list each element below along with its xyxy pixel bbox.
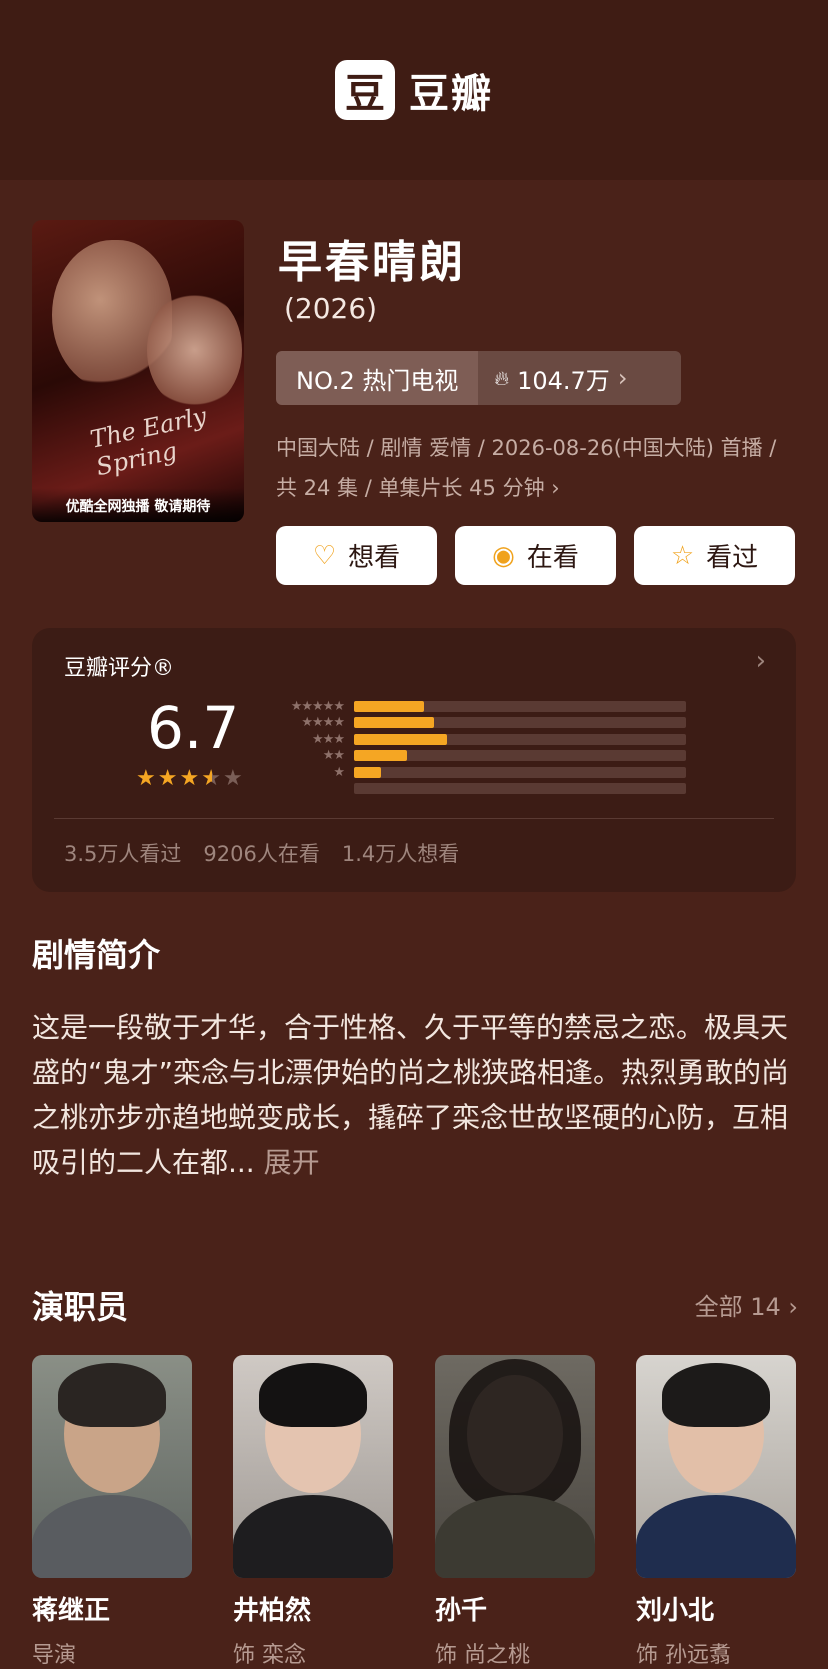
cast-name: 井柏然 [233,1596,312,1626]
cast-role: 饰 孙远翥 [636,1643,731,1668]
star-icon: ★ [157,766,180,791]
rating-row [272,781,686,798]
cast-card[interactable]: 孙千 饰 尚之桃 [435,1355,595,1669]
rating-row-stars: ★★ [322,748,345,764]
poster-caption: 优酷全网独播 敬请期待 [32,488,244,522]
watching-label: 在看 [526,543,579,573]
poster-title-script: The Early Spring [87,401,209,482]
expand-link[interactable]: 展开 [264,1146,320,1179]
watching-count: 9206人在看 [203,842,320,866]
top-bar: 豆 豆瓣 [0,0,828,180]
rating-row-stars: ★ [333,764,345,780]
rating-bar-fill [354,700,424,712]
cast-card[interactable]: 蒋继正 导演 [32,1355,192,1669]
avatar [435,1355,595,1578]
rating-distribution: ★★★★★ ★★★★ ★★★ ★★ ★ [272,698,686,797]
cast-role: 饰 尚之桃 [435,1643,530,1668]
rating-row: ★★★★★ [272,698,686,715]
action-buttons: ♡ 想看 ◉ 在看 ☆ 看过 [276,526,795,585]
chevron-right-icon: › [755,646,766,676]
rating-bar-fill [354,750,408,762]
cast-title: 演职员 [32,1288,129,1326]
rating-title: 豆瓣评分® [64,656,175,681]
want-to-watch-button[interactable]: ♡ 想看 [276,526,437,585]
target-icon: ◉ [492,540,515,571]
heart-plus-icon: ♡ [312,540,337,571]
rating-row: ★★ [272,748,686,765]
page-title: 早春晴朗 [278,237,466,288]
cast-role: 导演 [32,1643,77,1668]
cast-card[interactable]: 井柏然 饰 栾念 [233,1355,393,1669]
heat-value: 104.7万 [517,366,610,395]
cast-name: 蒋继正 [32,1596,111,1626]
rating-row-stars: ★★★★ [301,715,345,731]
rating-row: ★★★★ [272,715,686,732]
star-icon: ★ [136,766,158,791]
rating-card[interactable]: 豆瓣评分® › 6.7 ★★★★★ ★★★★★ ★★★★ ★★★ ★★ ★ 3.5万人看… [32,628,796,892]
avatar [636,1355,796,1578]
cast-name: 刘小北 [636,1596,715,1626]
rating-bar-fill [354,766,381,778]
meta-text: 中国大陆 / 剧情 爱情 / 2026-08-26(中国大陆) 首播 / 共 2… [276,436,777,500]
watched-button[interactable]: ☆ 看过 [634,526,795,585]
rating-bar-track [354,750,686,762]
rating-stars: ★★★★★ [136,766,245,791]
rating-bar-track [354,717,686,729]
rating-row-stars: ★★★ [312,731,345,747]
flame-icon: 🔥︎ [494,366,510,390]
poster-figure-woman [147,290,242,410]
poster-image[interactable]: The Early Spring 优酷全网独播 敬请期待 [32,220,244,522]
rating-bar-fill [354,717,434,729]
watched-count: 3.5万人看过 [64,842,182,866]
synopsis-text: 这是一段敬于才华，合于性格、久于平等的禁忌之恋。极具天盛的“鬼才”栾念与北漂伊始… [32,1005,802,1185]
star-outline-icon: ☆ [670,540,695,571]
star-icon: ★ [222,766,245,791]
synopsis-body: 这是一段敬于才华，合于性格、久于平等的禁忌之恋。极具天盛的“鬼才”栾念与北漂伊始… [32,1011,790,1179]
ranking-badge[interactable]: NO.2 热门电视 🔥︎ 104.7万 › [276,351,681,405]
star-half-icon: ★ [201,766,223,791]
watched-label: 看过 [706,543,759,573]
app-title: 豆瓣 [409,71,493,117]
avatar [233,1355,393,1578]
cast-role: 饰 栾念 [233,1643,306,1668]
chevron-right-icon: › [617,364,628,392]
rating-bar-track [354,766,686,778]
rating-stats: 3.5万人看过 9206人在看 1.4万人想看 [64,838,459,868]
want-label: 想看 [348,543,401,573]
chevron-right-icon: › [551,476,560,500]
watching-button[interactable]: ◉ 在看 [455,526,616,585]
rating-bar-track [354,783,686,795]
heat-chip[interactable]: 🔥︎ 104.7万 › [478,351,681,405]
star-icon: ★ [179,766,202,791]
rating-bar-track [354,733,686,745]
douban-logo-icon: 豆 [335,60,395,120]
rating-score: 6.7 [147,694,240,762]
rating-bar-track [354,700,686,712]
want-count: 1.4万人想看 [341,842,460,866]
release-year: (2026) [284,292,378,325]
divider [54,818,774,819]
cast-card[interactable]: 刘小北 饰 孙远翥 [636,1355,796,1669]
synopsis-title: 剧情简介 [32,936,161,974]
rating-row: ★ [272,764,686,781]
avatar [32,1355,192,1578]
cast-name: 孙千 [435,1596,488,1626]
show-meta[interactable]: 中国大陆 / 剧情 爱情 / 2026-08-26(中国大陆) 首播 / 共 2… [276,428,796,508]
rating-row-stars: ★★★★★ [290,698,345,714]
rank-label: NO.2 热门电视 [276,351,479,405]
rating-row: ★★★ [272,731,686,748]
rating-bar-fill [354,733,447,745]
cast-all-link[interactable]: 全部 14 › [695,1287,798,1322]
